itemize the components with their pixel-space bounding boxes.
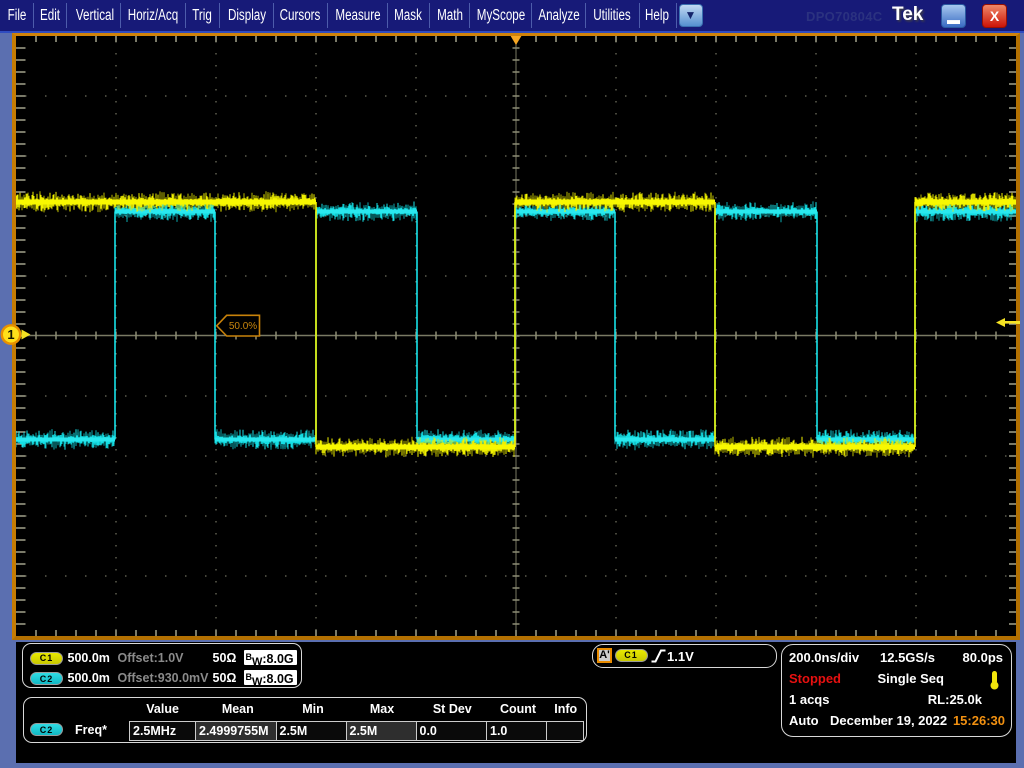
svg-text:1: 1 bbox=[7, 327, 14, 342]
svg-text:50.0%: 50.0% bbox=[229, 321, 257, 332]
